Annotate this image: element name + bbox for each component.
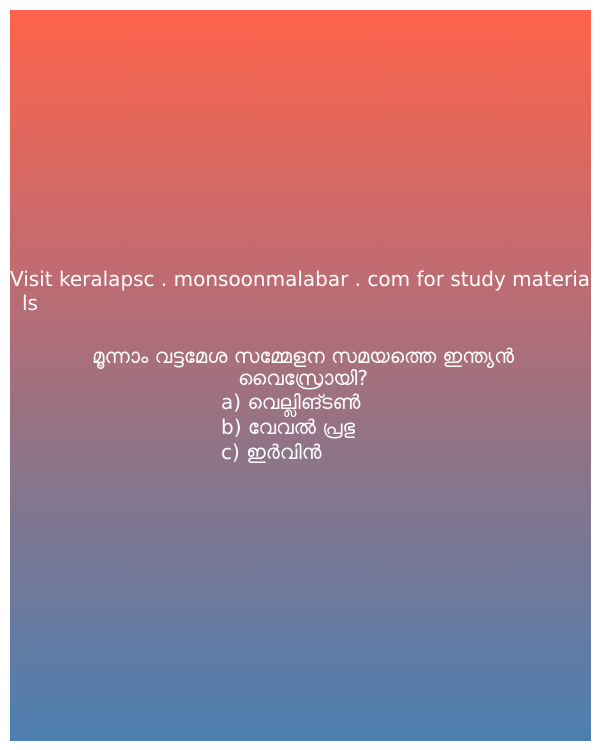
promo-text: Visit keralapsc . monsoonmalabar . com f… [10, 267, 591, 315]
question-text: മൂന്നാം വട്ടമേശ സമ്മേളന സമയത്തെ ഇന്ത്യൻ … [91, 344, 515, 390]
option-a: a) വെല്ലിങ്ടൺ [221, 390, 361, 414]
option-b: b) വേവൽ പ്രഭു [221, 415, 355, 439]
options-list: a) വെല്ലിങ്ടൺ b) വേവൽ പ്രഭു c) ഇർവിൻ [221, 390, 521, 465]
option-c: c) ഇർവിൻ [221, 440, 322, 464]
quiz-card: Visit keralapsc . monsoonmalabar . com f… [10, 10, 591, 741]
promo-line-2: ls [22, 291, 38, 315]
promo-line-1: Visit keralapsc . monsoonmalabar . com f… [10, 267, 591, 291]
